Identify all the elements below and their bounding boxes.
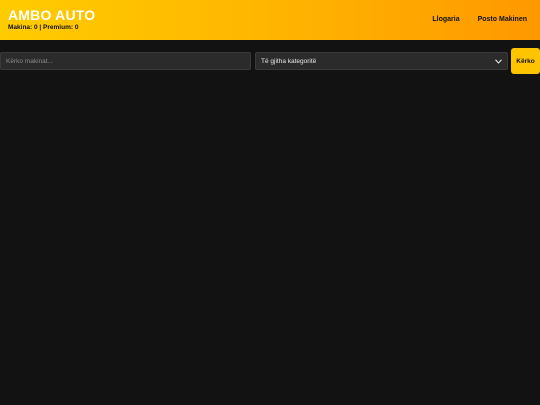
brand: AMBO AUTO Makina: 0 | Premium: 0 <box>8 7 95 32</box>
search-input[interactable] <box>0 52 251 70</box>
category-selected-value: Të gjitha kategoritë <box>261 57 317 65</box>
nav-link-account[interactable]: Llogaria <box>432 15 459 24</box>
stats-counter: Makina: 0 | Premium: 0 <box>8 24 79 31</box>
search-button[interactable]: Kërko <box>511 48 540 74</box>
search-bar: Të gjitha kategoritë Kërko <box>0 48 540 74</box>
results-area <box>0 80 540 405</box>
top-header: AMBO AUTO Makina: 0 | Premium: 0 Llogari… <box>0 0 540 40</box>
main-nav: Llogaria Posto Makinen <box>432 15 527 24</box>
category-select[interactable]: Të gjitha kategoritë <box>255 52 508 70</box>
site-title[interactable]: AMBO AUTO <box>8 7 95 23</box>
chevron-down-icon <box>494 57 502 65</box>
nav-link-post-car[interactable]: Posto Makinen <box>478 15 527 24</box>
